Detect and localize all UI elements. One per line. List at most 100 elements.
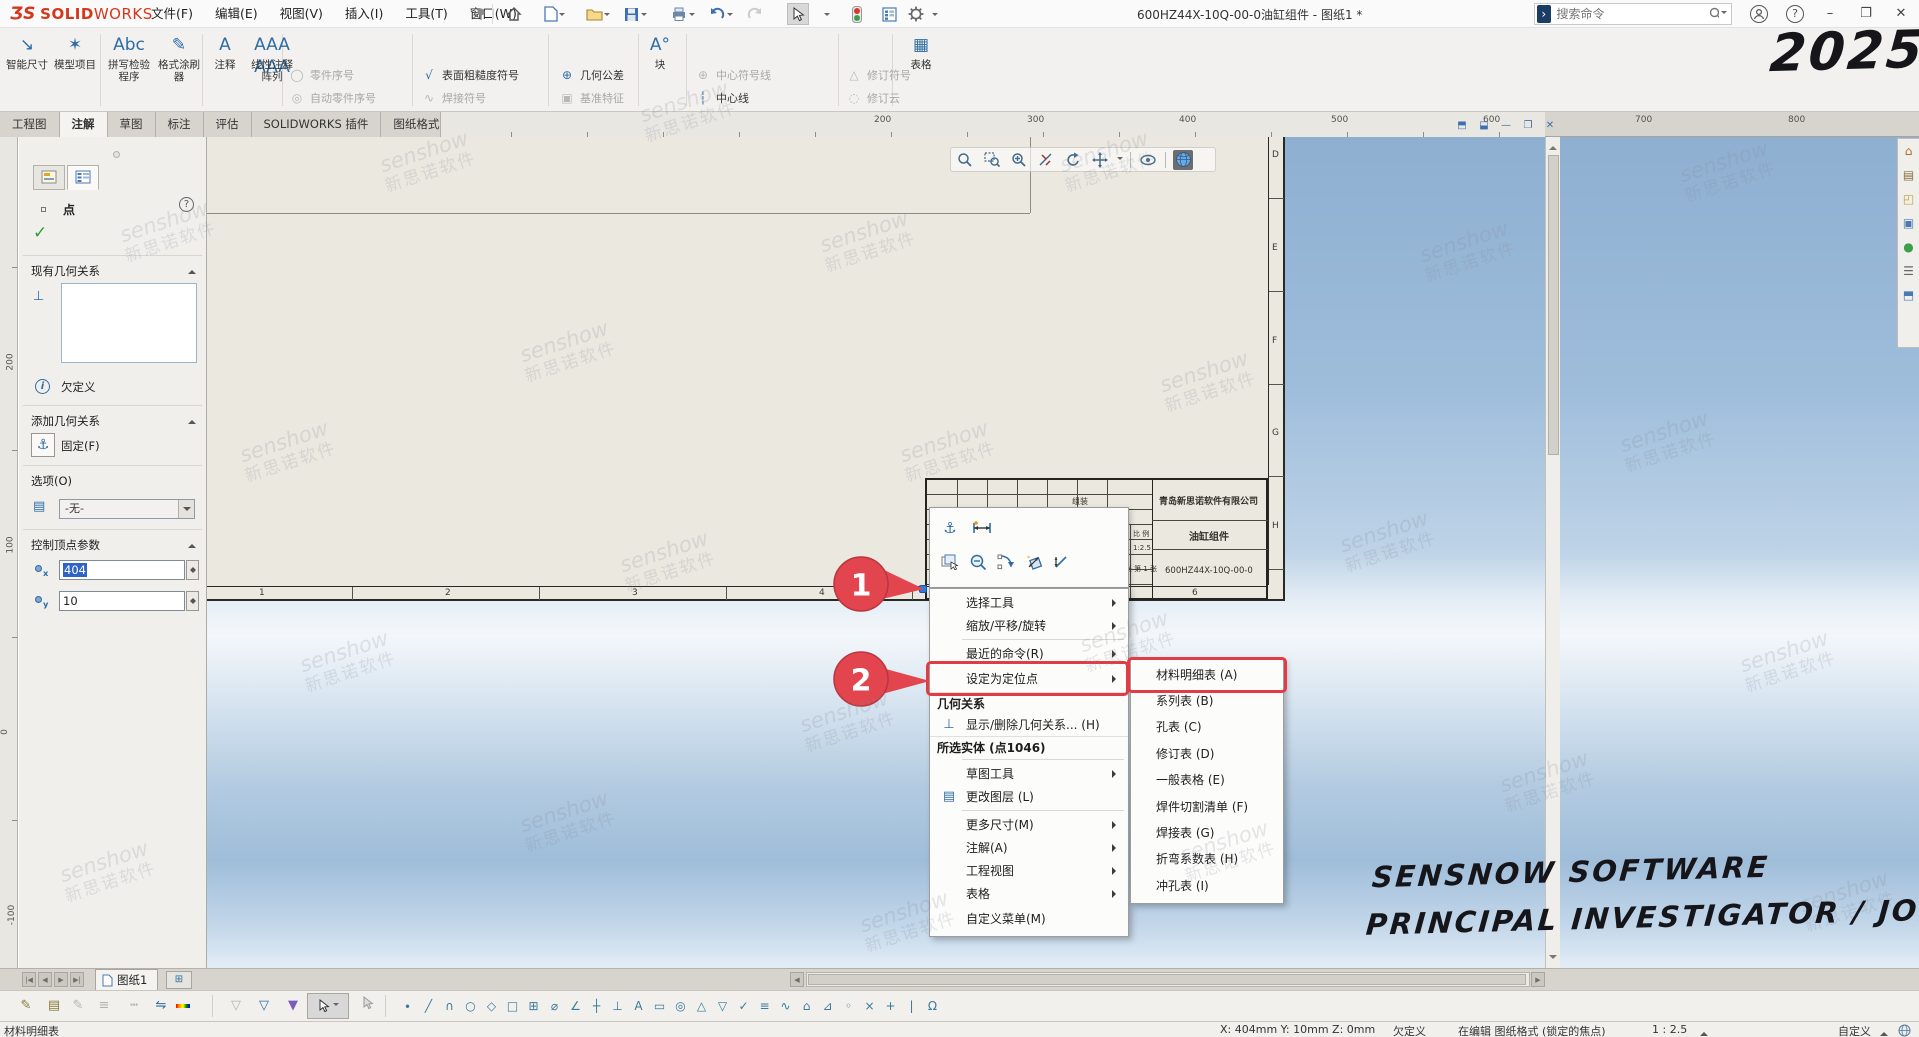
- select-other-icon[interactable]: [938, 550, 962, 574]
- filter-plus-icon[interactable]: +: [880, 996, 901, 1016]
- units-caret-icon[interactable]: [1880, 1028, 1888, 1036]
- collapse-chevron-icon[interactable]: [188, 266, 196, 274]
- select-tool-pressed[interactable]: [307, 993, 349, 1019]
- select-arrow-icon[interactable]: [787, 3, 809, 25]
- filter-border-icon[interactable]: ▭: [649, 996, 670, 1016]
- filter-stack-icon[interactable]: ▼: [283, 996, 303, 1016]
- filter-clear-icon[interactable]: ▽: [226, 996, 246, 1016]
- filter-check-icon[interactable]: ✓: [733, 996, 754, 1016]
- tab-drawing[interactable]: 工程图: [0, 112, 60, 137]
- dropdown-caret-icon[interactable]: [178, 500, 194, 518]
- vertical-scrollbar[interactable]: [1545, 137, 1560, 968]
- filter-vertex-icon[interactable]: ∙: [397, 996, 418, 1016]
- filter-weld-icon[interactable]: ∿: [775, 996, 796, 1016]
- filter-datum-icon[interactable]: ◎: [670, 996, 691, 1016]
- menu-zoom-pan-rotate[interactable]: 缩放/平移/旋转: [930, 614, 1128, 637]
- x-coordinate-field[interactable]: 404: [59, 560, 185, 580]
- fix-anchor-icon[interactable]: ⚓: [31, 433, 55, 457]
- filter-hatch-icon[interactable]: ≡: [754, 996, 775, 1016]
- select-secondary-icon[interactable]: [358, 996, 378, 1016]
- scrollbar-thumb[interactable]: [1548, 155, 1559, 455]
- user-account-icon[interactable]: [1750, 5, 1768, 23]
- filter-angle-icon[interactable]: ∠: [565, 996, 586, 1016]
- filter-note-icon[interactable]: A: [628, 996, 649, 1016]
- filter-axis-icon[interactable]: ┼: [586, 996, 607, 1016]
- help-icon[interactable]: ?: [179, 197, 194, 212]
- command-search[interactable]: ›: [1534, 3, 1732, 25]
- filter-cross-icon[interactable]: ×: [859, 996, 880, 1016]
- line-style-icon[interactable]: ┅: [124, 996, 144, 1016]
- last-sheet-button[interactable]: ▶|: [70, 972, 84, 987]
- filter-circle-icon[interactable]: ○: [460, 996, 481, 1016]
- submenu-bill-of-materials[interactable]: 材料明细表 (A): [1131, 661, 1283, 687]
- zoom-in-out-icon[interactable]: [1009, 150, 1029, 170]
- tab-annotation[interactable]: 注解: [60, 112, 108, 137]
- smart-dimension-button[interactable]: ↘智能尺寸: [4, 33, 50, 107]
- filter-point-icon[interactable]: ◦: [838, 996, 859, 1016]
- construction-select[interactable]: -无-: [59, 499, 195, 519]
- filter-block-icon[interactable]: ⌂: [796, 996, 817, 1016]
- menu-sketch-tools[interactable]: 草图工具: [930, 762, 1128, 785]
- filter-line-icon[interactable]: |: [901, 996, 922, 1016]
- view-settings-globe-icon[interactable]: [1173, 150, 1193, 170]
- submenu-hole-table[interactable]: 孔表 (C): [1131, 714, 1283, 740]
- menu-header-relations[interactable]: 几何关系: [930, 692, 1128, 713]
- y-coordinate-field[interactable]: 10: [59, 591, 185, 611]
- scrollbar-thumb[interactable]: [808, 974, 1526, 985]
- minimize-button[interactable]: –: [1815, 2, 1845, 26]
- menu-more-dimensions[interactable]: 更多尺寸(M): [930, 813, 1128, 836]
- hide-show-edges-icon[interactable]: ⇋: [151, 996, 171, 1016]
- status-sheet-scale[interactable]: 1 : 2.5: [1652, 1023, 1687, 1036]
- menu-recent-commands[interactable]: 最近的命令(R): [930, 642, 1128, 665]
- undo-icon[interactable]: [706, 3, 728, 25]
- anchor-icon[interactable]: ⚓: [938, 516, 962, 540]
- filter-finish-icon[interactable]: ▽: [712, 996, 733, 1016]
- dropdown-caret-icon[interactable]: [689, 13, 695, 19]
- model-items-button[interactable]: ✶模型项目: [52, 33, 98, 107]
- tab-sketch[interactable]: 草图: [108, 112, 156, 137]
- centerline-button[interactable]: ┆中心线: [694, 87, 749, 109]
- add-sheet-button[interactable]: ⊞: [166, 971, 192, 989]
- submenu-design-table[interactable]: 系列表 (B): [1131, 687, 1283, 713]
- submenu-bend-table[interactable]: 折弯系数表 (H): [1131, 846, 1283, 872]
- taskpane-file-explorer-icon[interactable]: ◰: [1900, 191, 1917, 208]
- dropdown-caret-icon[interactable]: [559, 13, 565, 19]
- taskpane-view-palette-icon[interactable]: ▣: [1900, 215, 1917, 232]
- prev-sheet-button[interactable]: ◀: [38, 972, 52, 987]
- tab-addins[interactable]: SOLIDWORKS 插件: [252, 112, 382, 137]
- pin-icon[interactable]: [474, 7, 488, 21]
- fix-relation-label[interactable]: 固定(F): [61, 438, 100, 454]
- collapse-chevron-icon[interactable]: [188, 540, 196, 548]
- sheet-tab[interactable]: 图纸1: [95, 969, 158, 990]
- submenu-general-table[interactable]: 一般表格 (E): [1131, 767, 1283, 793]
- search-icon[interactable]: [1709, 7, 1720, 21]
- scroll-down-icon[interactable]: [1549, 955, 1557, 963]
- dropdown-caret-icon[interactable]: [932, 13, 938, 19]
- tab-evaluate[interactable]: 评估: [204, 112, 252, 137]
- x-spinner[interactable]: [186, 560, 199, 580]
- smart-dimension-icon[interactable]: *: [1022, 550, 1046, 574]
- open-document-icon[interactable]: [583, 3, 605, 25]
- dropdown-caret-icon[interactable]: [824, 13, 830, 19]
- revision-cloud-button[interactable]: ◌修订云: [845, 87, 900, 109]
- window-close-icon[interactable]: ✕: [1540, 116, 1560, 133]
- status-units[interactable]: 自定义: [1838, 1023, 1871, 1037]
- print-icon[interactable]: [668, 3, 690, 25]
- window-minimize-icon[interactable]: —: [1496, 116, 1516, 133]
- pan-icon[interactable]: [1090, 150, 1110, 170]
- taskpane-design-library-icon[interactable]: ▤: [1900, 167, 1917, 184]
- zoom-fit-icon[interactable]: [955, 150, 975, 170]
- next-sheet-button[interactable]: ▶: [54, 972, 68, 987]
- geometric-tolerance-button[interactable]: ⊕几何公差: [558, 64, 624, 86]
- ok-check-icon[interactable]: ✓: [33, 223, 47, 243]
- taskpane-resources-icon[interactable]: ⌂: [1900, 143, 1917, 160]
- display-style-icon[interactable]: [1138, 150, 1158, 170]
- format-painter-button[interactable]: ✎格式涂刷器: [156, 33, 202, 107]
- filter-spline-icon[interactable]: Ω: [922, 996, 943, 1016]
- tab-property-manager[interactable]: [67, 165, 99, 190]
- menu-item[interactable]: 工具(T): [394, 0, 458, 28]
- filter-symbol-icon[interactable]: △: [691, 996, 712, 1016]
- status-globe-icon[interactable]: [1898, 1024, 1911, 1037]
- relations-listbox[interactable]: [61, 283, 197, 363]
- taskpane-appearances-icon[interactable]: ●: [1900, 239, 1917, 256]
